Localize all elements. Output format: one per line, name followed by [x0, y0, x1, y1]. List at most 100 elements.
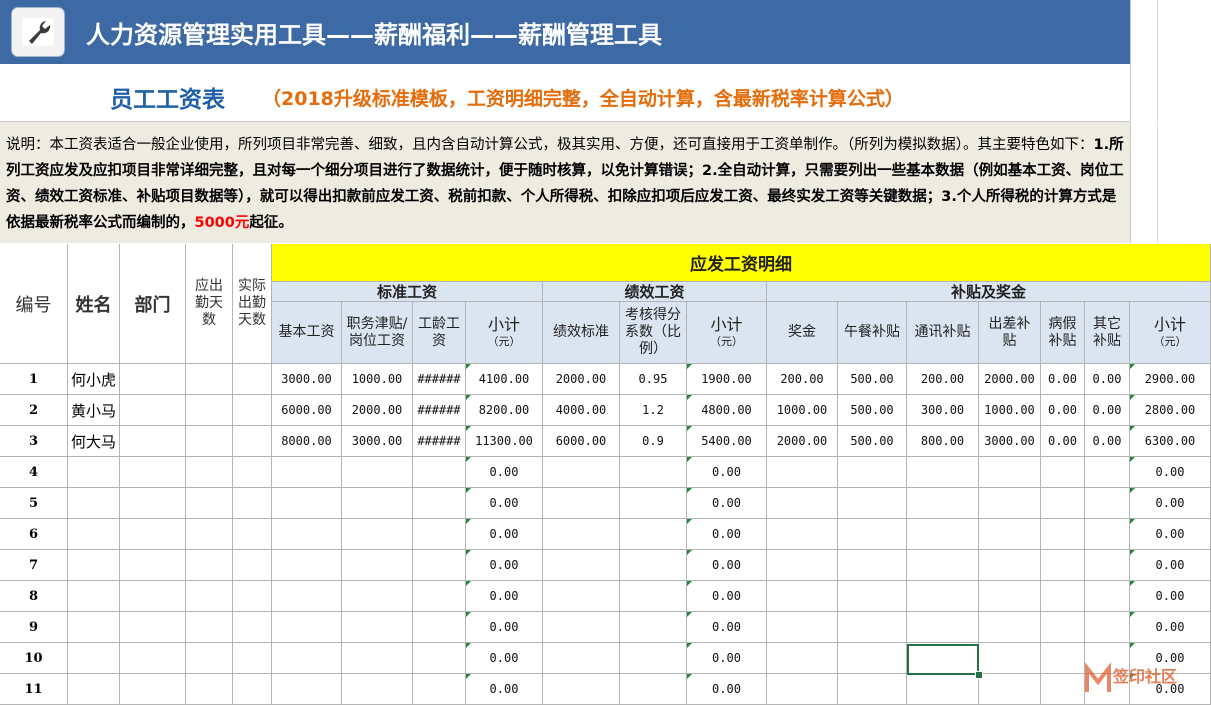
cell-id[interactable]: 4 — [0, 457, 68, 488]
cell-name[interactable] — [68, 550, 120, 581]
cell-coef[interactable]: 0.95 — [620, 364, 687, 395]
cell-dept[interactable] — [120, 488, 186, 519]
cell-id[interactable]: 1 — [0, 364, 68, 395]
cell-seniority[interactable]: ###### — [413, 426, 466, 457]
cell-act[interactable] — [233, 488, 272, 519]
cell-other[interactable] — [1085, 457, 1130, 488]
cell-due[interactable] — [186, 457, 233, 488]
cell-comm[interactable] — [907, 488, 979, 519]
cell-sick[interactable]: 0.00 — [1041, 395, 1085, 426]
cell-id[interactable]: 6 — [0, 519, 68, 550]
header-sick[interactable]: 病假补贴 — [1041, 302, 1085, 364]
cell-base[interactable] — [272, 674, 342, 705]
cell-comm[interactable] — [907, 612, 979, 643]
cell-base[interactable]: 8000.00 — [272, 426, 342, 457]
header-other[interactable]: 其它补贴 — [1085, 302, 1130, 364]
cell-due[interactable] — [186, 550, 233, 581]
cell-other[interactable] — [1085, 488, 1130, 519]
cell-perf_std[interactable]: 4000.00 — [543, 395, 620, 426]
cell-lunch[interactable] — [838, 581, 907, 612]
cell-comm[interactable] — [907, 550, 979, 581]
cell-s1[interactable]: 0.00 — [466, 643, 543, 674]
cell-seniority[interactable] — [413, 550, 466, 581]
cell-lunch[interactable] — [838, 643, 907, 674]
fill-handle[interactable] — [975, 671, 983, 679]
cell-lunch[interactable]: 500.00 — [838, 364, 907, 395]
cell-bonus[interactable]: 2000.00 — [767, 426, 838, 457]
cell-perf_std[interactable] — [543, 488, 620, 519]
cell-coef[interactable] — [620, 674, 687, 705]
cell-act[interactable] — [233, 395, 272, 426]
cell-perf_std[interactable]: 6000.00 — [543, 426, 620, 457]
cell-sick[interactable] — [1041, 519, 1085, 550]
header-base-salary[interactable]: 基本工资 — [272, 302, 342, 364]
cell-travel[interactable]: 2000.00 — [979, 364, 1041, 395]
cell-due[interactable] — [186, 426, 233, 457]
cell-dept[interactable] — [120, 550, 186, 581]
cell-travel[interactable] — [979, 457, 1041, 488]
cell-travel[interactable]: 3000.00 — [979, 426, 1041, 457]
cell-act[interactable] — [233, 612, 272, 643]
cell-s2[interactable]: 0.00 — [687, 550, 767, 581]
cell-dept[interactable] — [120, 395, 186, 426]
cell-sick[interactable] — [1041, 550, 1085, 581]
cell-act[interactable] — [233, 519, 272, 550]
cell-base[interactable] — [272, 643, 342, 674]
cell-coef[interactable] — [620, 519, 687, 550]
cell-other[interactable] — [1085, 612, 1130, 643]
cell-other[interactable]: 0.00 — [1085, 364, 1130, 395]
header-subtotal-standard[interactable]: 小计 （元） — [466, 302, 543, 364]
header-dept[interactable]: 部门 — [120, 244, 186, 364]
cell-bonus[interactable]: 200.00 — [767, 364, 838, 395]
cell-due[interactable] — [186, 674, 233, 705]
header-name[interactable]: 姓名 — [68, 244, 120, 364]
cell-due[interactable] — [186, 612, 233, 643]
header-subtotal-performance[interactable]: 小计 （元） — [687, 302, 767, 364]
cell-s3[interactable]: 0.00 — [1130, 581, 1211, 612]
cell-dept[interactable] — [120, 364, 186, 395]
cell-due[interactable] — [186, 643, 233, 674]
cell-name[interactable] — [68, 488, 120, 519]
cell-coef[interactable] — [620, 612, 687, 643]
cell-post[interactable] — [342, 612, 413, 643]
cell-name[interactable] — [68, 519, 120, 550]
cell-s1[interactable]: 0.00 — [466, 488, 543, 519]
cell-base[interactable]: 6000.00 — [272, 395, 342, 426]
cell-seniority[interactable]: ###### — [413, 395, 466, 426]
cell-act[interactable] — [233, 457, 272, 488]
cell-s1[interactable]: 11300.00 — [466, 426, 543, 457]
cell-s1[interactable]: 0.00 — [466, 612, 543, 643]
cell-due[interactable] — [186, 488, 233, 519]
cell-seniority[interactable] — [413, 457, 466, 488]
cell-sick[interactable] — [1041, 488, 1085, 519]
cell-name[interactable] — [68, 612, 120, 643]
cell-seniority[interactable] — [413, 581, 466, 612]
cell-bonus[interactable] — [767, 457, 838, 488]
cell-travel[interactable] — [979, 519, 1041, 550]
group-performance[interactable]: 绩效工资 — [543, 282, 767, 302]
cell-lunch[interactable] — [838, 457, 907, 488]
header-seniority[interactable]: 工龄工资 — [413, 302, 466, 364]
cell-name[interactable]: 何小虎 — [68, 364, 120, 395]
cell-coef[interactable] — [620, 550, 687, 581]
cell-travel[interactable]: 1000.00 — [979, 395, 1041, 426]
header-id[interactable]: 编号 — [0, 244, 68, 364]
cell-base[interactable] — [272, 457, 342, 488]
cell-post[interactable] — [342, 519, 413, 550]
cell-id[interactable]: 3 — [0, 426, 68, 457]
cell-act[interactable] — [233, 550, 272, 581]
cell-dept[interactable] — [120, 519, 186, 550]
cell-other[interactable] — [1085, 550, 1130, 581]
cell-travel[interactable] — [979, 550, 1041, 581]
selected-cell[interactable] — [907, 644, 979, 675]
cell-perf_std[interactable] — [543, 519, 620, 550]
cell-name[interactable]: 何大马 — [68, 426, 120, 457]
cell-base[interactable]: 3000.00 — [272, 364, 342, 395]
cell-id[interactable]: 5 — [0, 488, 68, 519]
cell-dept[interactable] — [120, 426, 186, 457]
cell-travel[interactable] — [979, 581, 1041, 612]
cell-name[interactable] — [68, 581, 120, 612]
cell-coef[interactable] — [620, 643, 687, 674]
cell-post[interactable]: 3000.00 — [342, 426, 413, 457]
cell-id[interactable]: 9 — [0, 612, 68, 643]
